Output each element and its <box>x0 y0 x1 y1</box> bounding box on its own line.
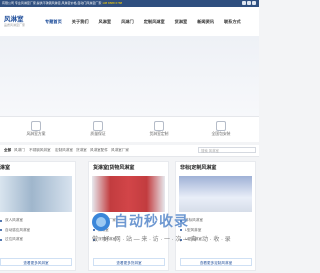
product-card[interactable]: 淋室 双人风淋室 自动感应风淋室 过位风淋室 查看更多风淋室 <box>0 161 76 271</box>
watermark-subtitle: 做 · 好 · 网 · 站 — 来 · 访 · 一 · 次 — 自 · 动 · … <box>92 237 231 243</box>
product-image[interactable] <box>0 176 72 212</box>
main-nav: 专题首页 关于我们 风淋室 风淋门 定制风淋室 货淋室 新闻资讯 联系方式 <box>40 7 246 36</box>
site-header: 风淋室 品质风淋室厂家 专题首页 关于我们 风淋室 风淋门 定制风淋室 货淋室 … <box>0 7 259 36</box>
list-item: 双人风淋室 <box>0 216 30 226</box>
card-title: 货淋室|货物风淋室 <box>93 165 135 171</box>
list-item: 过位风淋室 <box>0 235 30 245</box>
service-strip: 风淋室方案 质量保证 货淋室定制 全国包安装 <box>0 116 259 142</box>
logo-name: 风淋室 <box>4 16 24 23</box>
service-solution[interactable]: 风淋室方案 <box>8 121 64 137</box>
tab-maker[interactable]: 风淋室厂家 <box>111 145 129 156</box>
watermark-logo-icon <box>92 213 110 231</box>
nav-home[interactable]: 专题首页 <box>40 7 67 36</box>
search-input[interactable]: 搜索 风淋室 <box>198 147 256 153</box>
hero-banner[interactable] <box>0 36 259 116</box>
category-tabs: 全部 风淋门 不锈钢风淋室 定制风淋室 货淋室 风淋室配件 风淋室厂家 搜索 风… <box>0 145 259 157</box>
wrench-icon <box>216 121 226 131</box>
nav-news[interactable]: 新闻资讯 <box>192 7 219 36</box>
hotline-number: 138 8888 6788 <box>102 1 123 5</box>
logo-subtitle: 品质风淋室厂家 <box>4 23 26 27</box>
tab-stainless[interactable]: 不锈钢风淋室 <box>29 145 51 156</box>
service-quality[interactable]: 质量保证 <box>70 121 126 137</box>
nav-about[interactable]: 关于我们 <box>67 7 94 36</box>
qq-icon[interactable] <box>252 1 256 5</box>
feature-list: 双人风淋室 自动感应风淋室 过位风淋室 <box>0 216 30 245</box>
top-info-bar: 有限公司 专业风淋室厂家,提供不锈钢风淋室,风淋室价格,自动门风淋室厂家 138… <box>0 0 259 7</box>
nav-air-shower[interactable]: 风淋室 <box>94 7 117 36</box>
top-info-text: 有限公司 专业风淋室厂家,提供不锈钢风淋室,风淋室价格,自动门风淋室厂家 138… <box>2 1 123 5</box>
tab-cargo[interactable]: 货淋室 <box>76 145 87 156</box>
weibo-icon[interactable] <box>242 1 246 5</box>
tab-all[interactable]: 全部 <box>4 145 11 156</box>
wechat-icon[interactable] <box>247 1 251 5</box>
nav-air-shower-door[interactable]: 风淋门 <box>116 7 139 36</box>
tab-parts[interactable]: 风淋室配件 <box>90 145 108 156</box>
product-image[interactable] <box>179 176 252 212</box>
watermark-title: 自动秒收录 <box>114 213 189 229</box>
site-logo[interactable]: 风淋室 品质风淋室厂家 <box>4 16 25 27</box>
solution-icon <box>31 121 41 131</box>
more-button[interactable]: 查看更多货淋室 <box>93 258 165 266</box>
tab-door[interactable]: 风淋门 <box>14 145 25 156</box>
nav-cargo[interactable]: 货淋室 <box>170 7 193 36</box>
tab-custom[interactable]: 定制风淋室 <box>55 145 73 156</box>
nav-contact[interactable]: 联系方式 <box>219 7 246 36</box>
card-title: 非标|定制风淋室 <box>180 165 217 171</box>
more-button[interactable]: 查看更多风淋室 <box>0 258 72 266</box>
card-title: 淋室 <box>0 165 11 171</box>
product-image[interactable] <box>92 176 165 212</box>
list-item: 自动感应风淋室 <box>0 226 30 236</box>
service-cargo-custom[interactable]: 货淋室定制 <box>131 121 187 137</box>
watermark-overlay: 自动秒收录 做 · 好 · 网 · 站 — 来 · 访 · 一 · 次 — 自 … <box>92 211 242 247</box>
shield-icon <box>93 121 103 131</box>
service-install[interactable]: 全国包安装 <box>193 121 249 137</box>
nav-custom[interactable]: 定制风淋室 <box>139 7 170 36</box>
more-button[interactable]: 查看更多定制风淋室 <box>180 258 252 266</box>
box-icon <box>154 121 164 131</box>
